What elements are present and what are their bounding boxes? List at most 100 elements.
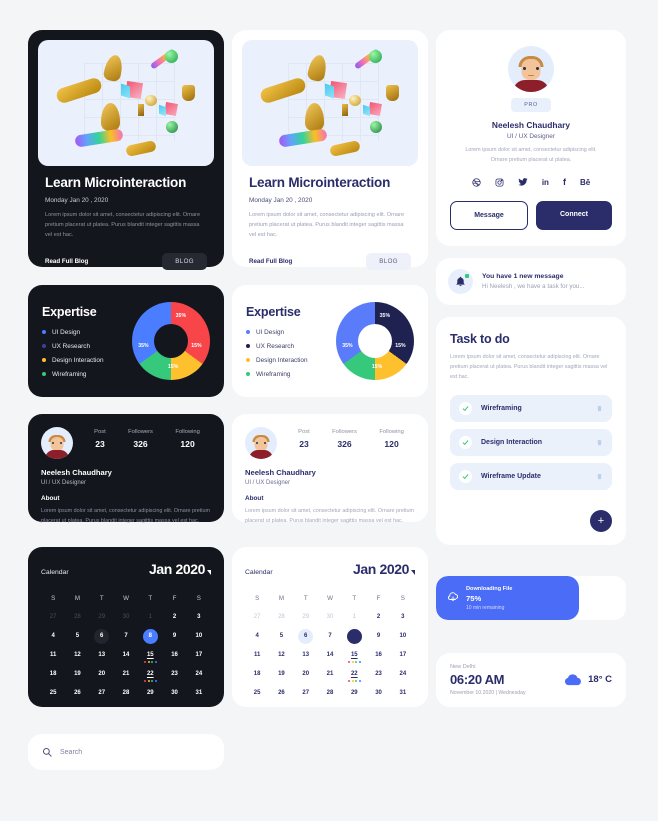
calendar-day[interactable]: 23: [366, 666, 390, 682]
calendar-day[interactable]: 22: [138, 666, 162, 682]
calendar-day[interactable]: 6: [294, 628, 318, 644]
calendar-day[interactable]: 5: [269, 628, 293, 644]
task-item[interactable]: Wireframe Update: [450, 463, 612, 491]
behance-icon[interactable]: Bē: [580, 177, 590, 187]
calendar-day[interactable]: 31: [187, 685, 211, 701]
calendar-day[interactable]: 20: [90, 666, 114, 682]
calendar-day[interactable]: 27: [90, 685, 114, 701]
calendar-day[interactable]: 28: [65, 609, 89, 625]
task-item[interactable]: Wireframing: [450, 395, 612, 423]
task-item[interactable]: Design Interaction: [450, 429, 612, 457]
search-input[interactable]: Search: [60, 749, 82, 756]
calendar-month-selector[interactable]: Jan 2020: [149, 561, 211, 577]
calendar-grid[interactable]: S M T W T F S 27 28 29 30 1 2 3 4 5 6 7 8 9 10 11 12 13 14 15 16 17…: [41, 590, 211, 701]
calendar-day[interactable]: 16: [366, 647, 390, 663]
check-icon[interactable]: [459, 436, 472, 450]
calendar-day[interactable]: 17: [187, 647, 211, 663]
calendar-day-highlight[interactable]: 6: [298, 628, 314, 644]
calendar-day[interactable]: 31: [391, 685, 415, 701]
calendar-day[interactable]: 5: [65, 628, 89, 644]
connect-button[interactable]: Connect: [536, 201, 612, 231]
calendar-day[interactable]: 19: [65, 666, 89, 682]
add-task-button[interactable]: +: [590, 510, 612, 533]
calendar-day[interactable]: 25: [41, 685, 65, 701]
calendar-day[interactable]: 19: [269, 666, 293, 682]
calendar-day[interactable]: 27: [294, 685, 318, 701]
calendar-day[interactable]: 27: [245, 609, 269, 625]
calendar-day[interactable]: 30: [114, 609, 138, 625]
calendar-day[interactable]: 7: [318, 628, 342, 644]
calendar-day[interactable]: 8: [138, 628, 162, 644]
calendar-day[interactable]: 29: [138, 685, 162, 701]
calendar-day[interactable]: 28: [114, 685, 138, 701]
calendar-day[interactable]: 29: [90, 609, 114, 625]
calendar-day[interactable]: 1: [342, 609, 366, 625]
calendar-day[interactable]: 29: [294, 609, 318, 625]
calendar-day[interactable]: 21: [318, 666, 342, 682]
dribbble-icon[interactable]: [472, 177, 481, 187]
read-full-blog-link[interactable]: Read Full Blog: [249, 258, 292, 265]
instagram-icon[interactable]: [495, 177, 504, 187]
calendar-day[interactable]: 10: [187, 628, 211, 644]
calendar-day[interactable]: 1: [138, 609, 162, 625]
calendar-day[interactable]: 26: [65, 685, 89, 701]
calendar-day[interactable]: 7: [114, 628, 138, 644]
calendar-day[interactable]: 28: [318, 685, 342, 701]
twitter-icon[interactable]: [518, 177, 528, 187]
calendar-day[interactable]: 3: [391, 609, 415, 625]
calendar-day[interactable]: 13: [90, 647, 114, 663]
calendar-day[interactable]: 27: [41, 609, 65, 625]
search-bar[interactable]: Search: [28, 734, 224, 770]
calendar-day[interactable]: 22: [342, 666, 366, 682]
calendar-day[interactable]: 15: [342, 647, 366, 663]
calendar-day-selected[interactable]: 8: [142, 628, 158, 644]
calendar-day[interactable]: 18: [41, 666, 65, 682]
calendar-day[interactable]: 4: [245, 628, 269, 644]
calendar-day[interactable]: 8: [342, 628, 366, 644]
calendar-day[interactable]: 25: [245, 685, 269, 701]
trash-icon[interactable]: [596, 438, 603, 447]
calendar-day[interactable]: 20: [294, 666, 318, 682]
calendar-day[interactable]: 18: [245, 666, 269, 682]
message-button[interactable]: Message: [450, 201, 528, 231]
calendar-card-light[interactable]: Calendar Jan 2020 S M T W T F S 27 28 29 30 1 2 3 4 5 6 7…: [232, 547, 428, 707]
calendar-day[interactable]: 12: [269, 647, 293, 663]
calendar-day[interactable]: 11: [245, 647, 269, 663]
blog-card-dark[interactable]: Learn Microinteraction Monday Jan 20 , 2…: [28, 30, 224, 271]
calendar-day[interactable]: 12: [65, 647, 89, 663]
calendar-day[interactable]: 24: [391, 666, 415, 682]
calendar-day[interactable]: 15: [138, 647, 162, 663]
calendar-day[interactable]: 13: [294, 647, 318, 663]
calendar-day[interactable]: 28: [269, 609, 293, 625]
calendar-day[interactable]: 30: [366, 685, 390, 701]
calendar-day[interactable]: 10: [391, 628, 415, 644]
new-message-card[interactable]: You have 1 new message Hi Neelesh , we h…: [436, 258, 626, 306]
calendar-day[interactable]: 3: [187, 609, 211, 625]
calendar-day[interactable]: 2: [366, 609, 390, 625]
facebook-icon[interactable]: f: [563, 177, 566, 187]
check-icon[interactable]: [459, 470, 472, 484]
calendar-day[interactable]: 6: [90, 628, 114, 644]
calendar-day[interactable]: 11: [41, 647, 65, 663]
calendar-day[interactable]: 14: [318, 647, 342, 663]
calendar-day[interactable]: 26: [269, 685, 293, 701]
blog-card-light[interactable]: Learn Microinteraction Monday Jan 20 , 2…: [232, 30, 428, 271]
calendar-grid[interactable]: S M T W T F S 27 28 29 30 1 2 3 4 5 6 7 8 9 10 11 12 13 14 15 16 17…: [245, 590, 415, 701]
calendar-day[interactable]: 9: [366, 628, 390, 644]
calendar-day[interactable]: 24: [187, 666, 211, 682]
calendar-day[interactable]: 23: [162, 666, 186, 682]
calendar-day[interactable]: 2: [162, 609, 186, 625]
calendar-day[interactable]: 21: [114, 666, 138, 682]
calendar-day[interactable]: 9: [162, 628, 186, 644]
calendar-day[interactable]: 29: [342, 685, 366, 701]
calendar-day-highlight[interactable]: 6: [94, 628, 110, 644]
calendar-month-selector[interactable]: Jan 2020: [353, 561, 415, 577]
read-full-blog-link[interactable]: Read Full Blog: [45, 258, 88, 265]
trash-icon[interactable]: [596, 472, 603, 481]
calendar-day[interactable]: 30: [162, 685, 186, 701]
linkedin-icon[interactable]: in: [542, 177, 549, 187]
calendar-day-selected[interactable]: 8: [346, 628, 362, 644]
calendar-day[interactable]: 16: [162, 647, 186, 663]
calendar-day[interactable]: 14: [114, 647, 138, 663]
calendar-card-dark[interactable]: Calendar Jan 2020 S M T W T F S 27 28 29 30 1 2 3 4 5 6 7…: [28, 547, 224, 707]
